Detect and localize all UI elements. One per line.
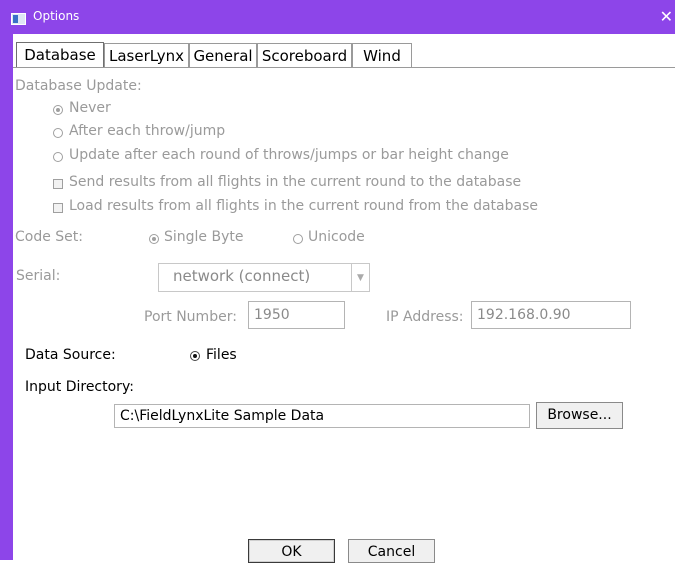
ip-address-field[interactable]: 192.168.0.90: [471, 301, 631, 329]
window-title: Options: [33, 9, 80, 23]
serial-label: Serial:: [16, 268, 61, 284]
port-number-label: Port Number:: [144, 309, 237, 325]
tab-scoreboard[interactable]: Scoreboard: [257, 43, 352, 67]
tab-divider: [13, 67, 675, 68]
tab-general[interactable]: General: [189, 43, 257, 67]
radio-never-label: Never: [69, 100, 111, 116]
title-bar[interactable]: Options ✕: [0, 0, 675, 34]
serial-combo[interactable]: network (connect) ▼: [158, 263, 370, 292]
serial-combo-value: network (connect): [173, 267, 311, 285]
radio-after-each-throw-label: After each throw/jump: [69, 123, 226, 139]
browse-button[interactable]: Browse...: [536, 402, 623, 429]
ip-address-label: IP Address:: [386, 309, 464, 325]
input-directory-field[interactable]: C:\FieldLynxLite Sample Data: [114, 404, 530, 428]
cancel-button[interactable]: Cancel: [348, 539, 435, 563]
port-number-field[interactable]: 1950: [248, 301, 345, 329]
radio-single-byte[interactable]: [149, 234, 159, 244]
data-source-label: Data Source:: [25, 347, 116, 363]
checkbox-send-results[interactable]: [53, 179, 63, 189]
radio-single-byte-label: Single Byte: [164, 229, 244, 245]
ok-button[interactable]: OK: [248, 539, 335, 563]
checkbox-send-results-label: Send results from all flights in the cur…: [69, 174, 522, 190]
radio-files-label: Files: [206, 347, 237, 363]
radio-update-each-round-label: Update after each round of throws/jumps …: [69, 147, 509, 163]
input-directory-label: Input Directory:: [25, 379, 134, 395]
radio-unicode-label: Unicode: [308, 229, 365, 245]
radio-unicode[interactable]: [293, 234, 303, 244]
radio-after-each-throw[interactable]: [53, 128, 63, 138]
window-frame: [0, 34, 13, 560]
window-icon: [11, 13, 26, 25]
checkbox-load-results[interactable]: [53, 203, 63, 213]
close-icon[interactable]: ✕: [660, 7, 673, 26]
radio-never[interactable]: [53, 105, 63, 115]
code-set-label: Code Set:: [15, 229, 83, 245]
radio-files[interactable]: [190, 351, 200, 361]
radio-update-each-round[interactable]: [53, 152, 63, 162]
tab-database[interactable]: Database: [16, 42, 104, 68]
checkbox-load-results-label: Load results from all flights in the cur…: [69, 198, 538, 214]
tab-laserlynx[interactable]: LaserLynx: [104, 43, 189, 67]
database-update-heading: Database Update:: [15, 78, 142, 94]
combo-arrow-icon[interactable]: ▼: [351, 264, 369, 291]
options-dialog-body: Database LaserLynx General Scoreboard Wi…: [13, 34, 675, 563]
tab-wind[interactable]: Wind: [352, 43, 412, 67]
